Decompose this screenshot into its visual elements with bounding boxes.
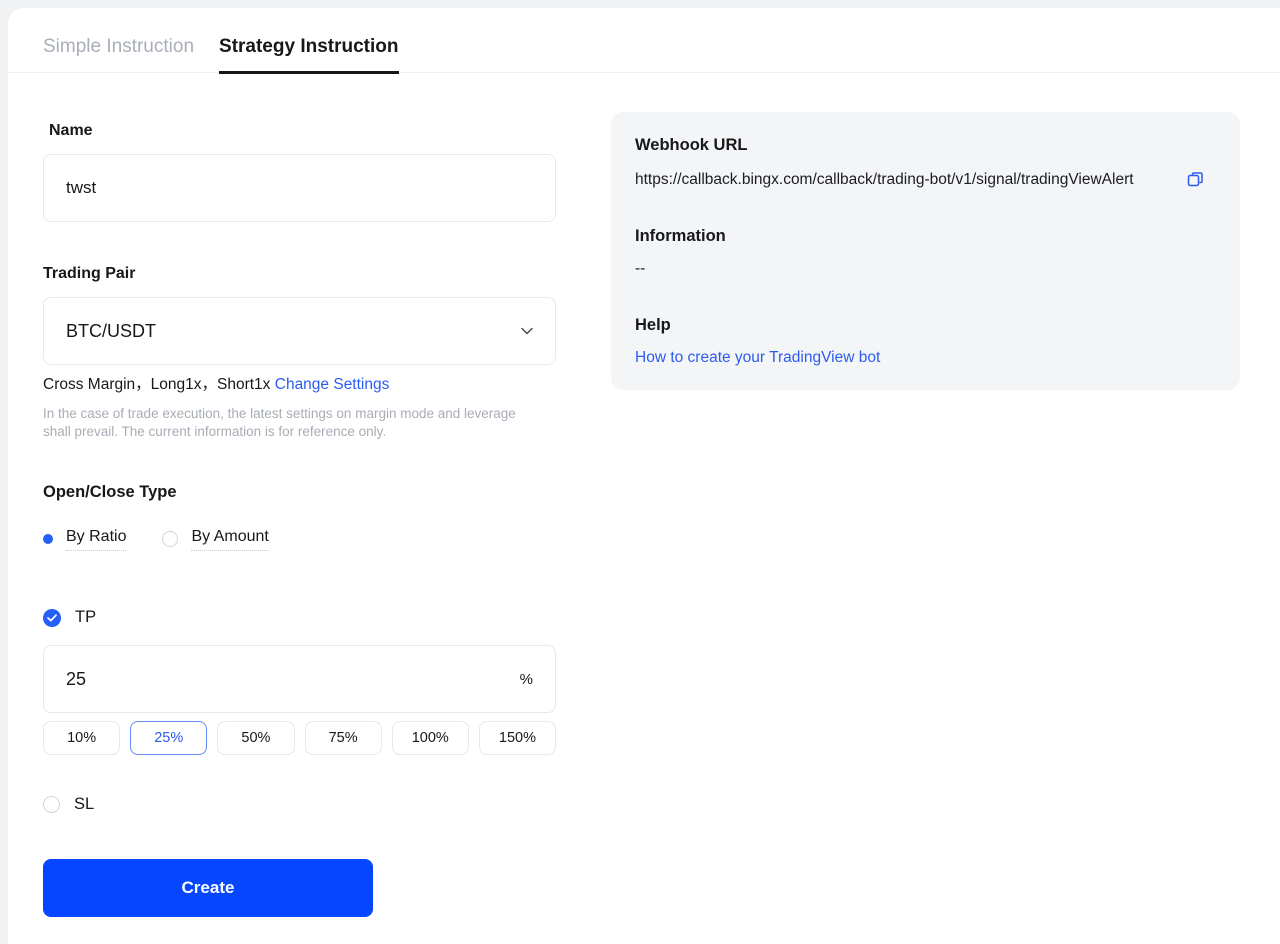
tp-preset-group: 10% 25% 50% 75% 100% 150% xyxy=(43,721,556,755)
tp-preset-150[interactable]: 150% xyxy=(479,721,556,755)
tp-preset-50[interactable]: 50% xyxy=(217,721,294,755)
copy-icon[interactable] xyxy=(1187,171,1204,193)
content-card: Simple Instruction Strategy Instruction … xyxy=(8,8,1280,944)
trading-pair-select[interactable]: BTC/USDT xyxy=(43,297,556,365)
webhook-url-value: https://callback.bingx.com/callback/trad… xyxy=(635,166,1178,193)
open-close-radio-group: By Ratio By Amount xyxy=(43,527,556,551)
tab-bar: Simple Instruction Strategy Instruction xyxy=(8,8,1280,73)
change-settings-link[interactable]: Change Settings xyxy=(275,376,390,393)
radio-by-amount[interactable]: By Amount xyxy=(162,527,268,551)
margin-summary: Cross Margin，Long1x，Short1x xyxy=(43,376,275,393)
trading-pair-label: Trading Pair xyxy=(43,264,556,283)
tp-preset-100[interactable]: 100% xyxy=(392,721,469,755)
information-value: -- xyxy=(635,259,1216,278)
main-area: Name twst Trading Pair BTC/USDT Cross Ma… xyxy=(8,112,1280,917)
open-close-type-label: Open/Close Type xyxy=(43,482,556,502)
help-title: Help xyxy=(635,315,1216,335)
check-icon xyxy=(47,614,57,622)
name-label: Name xyxy=(43,121,556,140)
tab-simple-instruction[interactable]: Simple Instruction xyxy=(43,35,194,72)
sl-label: SL xyxy=(74,794,94,815)
radio-by-amount-label: By Amount xyxy=(191,527,268,551)
tp-percentage-input[interactable]: 25 % xyxy=(43,645,556,713)
tp-preset-75[interactable]: 75% xyxy=(305,721,382,755)
radio-unselected-icon xyxy=(162,531,178,547)
margin-note: In the case of trade execution, the late… xyxy=(43,405,543,440)
strategy-form: Name twst Trading Pair BTC/USDT Cross Ma… xyxy=(43,112,556,917)
information-title: Information xyxy=(635,226,1216,246)
tab-strategy-instruction[interactable]: Strategy Instruction xyxy=(219,35,398,74)
tp-value: 25 xyxy=(66,669,86,690)
name-input[interactable]: twst xyxy=(43,154,556,222)
tp-toggle-row: TP xyxy=(43,607,556,628)
help-link[interactable]: How to create your TradingView bot xyxy=(635,348,880,368)
tp-checkbox[interactable] xyxy=(43,609,61,627)
info-panel: Webhook URL https://callback.bingx.com/c… xyxy=(611,112,1240,390)
webhook-url-row: https://callback.bingx.com/callback/trad… xyxy=(635,166,1216,193)
tp-label: TP xyxy=(75,607,96,628)
sl-checkbox[interactable] xyxy=(43,796,60,813)
radio-by-ratio[interactable]: By Ratio xyxy=(43,527,126,551)
tp-preset-25[interactable]: 25% xyxy=(130,721,207,755)
radio-selected-icon xyxy=(43,534,53,544)
trading-pair-value: BTC/USDT xyxy=(66,321,156,342)
chevron-down-icon xyxy=(519,323,535,339)
name-value: twst xyxy=(66,178,96,198)
webhook-url-title: Webhook URL xyxy=(635,135,1216,155)
create-button[interactable]: Create xyxy=(43,859,373,917)
tp-preset-10[interactable]: 10% xyxy=(43,721,120,755)
radio-by-ratio-label: By Ratio xyxy=(66,527,126,551)
sl-toggle-row: SL xyxy=(43,794,556,815)
tp-unit: % xyxy=(520,671,533,688)
margin-summary-row: Cross Margin，Long1x，Short1x Change Setti… xyxy=(43,375,556,395)
